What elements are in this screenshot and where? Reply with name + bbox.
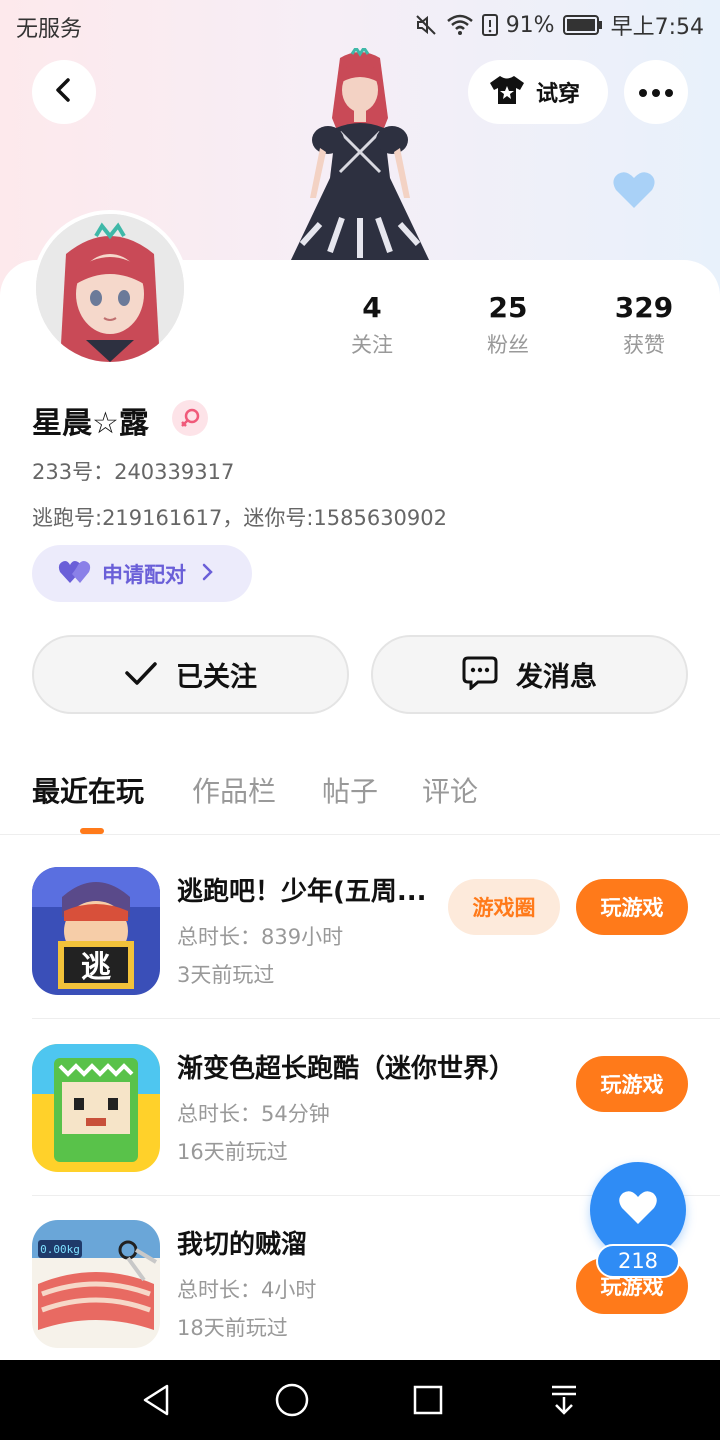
- game-last-played: 18天前玩过: [177, 1316, 288, 1340]
- stat-value: 4: [362, 291, 382, 324]
- try-on-button[interactable]: 试穿: [468, 60, 608, 124]
- wifi-icon: [446, 13, 474, 37]
- mute-icon: [414, 13, 438, 37]
- checkmark-icon: [124, 660, 158, 690]
- game-icon: 逃: [32, 867, 160, 995]
- chevron-left-icon: [51, 77, 77, 107]
- tab-works[interactable]: 作品栏: [192, 770, 276, 810]
- nav-notification-pull-button[interactable]: [544, 1380, 584, 1420]
- game-icon: 0.00kg: [32, 1220, 160, 1348]
- send-message-button[interactable]: 发消息: [371, 635, 688, 714]
- game-circle-button[interactable]: 游戏圈: [448, 879, 560, 935]
- game-duration: 总时长：839小时: [177, 925, 344, 949]
- sim-alert-icon: [481, 13, 498, 37]
- tab-comments[interactable]: 评论: [422, 770, 478, 810]
- clock: 早上7:54: [610, 15, 704, 40]
- carrier-text: 无服务: [16, 17, 83, 42]
- svg-text:逃: 逃: [81, 950, 111, 985]
- more-dots-icon: [638, 83, 674, 102]
- chevron-right-icon: [202, 563, 214, 585]
- send-message-label: 发消息: [516, 662, 597, 693]
- followed-label: 已关注: [176, 662, 257, 693]
- female-gender-icon: [172, 400, 208, 436]
- game-last-played: 3天前玩过: [177, 963, 275, 987]
- game-duration: 总时长：54分钟: [177, 1102, 330, 1126]
- battery-icon: [562, 14, 603, 36]
- system-nav-bar: [0, 1360, 720, 1440]
- avatar-figure-illustration: [280, 45, 440, 262]
- nickname: 星晨☆露: [32, 406, 149, 441]
- game-title: 渐变色超长跑酷（迷你世界）: [177, 1054, 516, 1084]
- double-heart-icon: [58, 559, 92, 589]
- stat-following[interactable]: 4 关注: [312, 290, 432, 360]
- apply-pairing-button[interactable]: 申请配对: [32, 545, 252, 602]
- apply-pairing-label: 申请配对: [102, 562, 186, 587]
- other-game-ids: 逃跑号:219161617，迷你号:1585630902: [32, 506, 448, 530]
- battery-percent: 91%: [505, 12, 555, 38]
- nav-back-button[interactable]: [136, 1380, 176, 1420]
- list-item[interactable]: 逃 逃跑吧！少年(五周... 总时长：839小时 3天前玩过 游戏圈 玩游戏: [0, 843, 720, 1019]
- play-game-button[interactable]: 玩游戏: [576, 1056, 688, 1112]
- heart-icon: [618, 1190, 658, 1230]
- stat-label: 粉丝: [487, 333, 529, 357]
- id-233: 233号：240339317: [32, 460, 235, 484]
- stat-followers[interactable]: 25 粉丝: [448, 290, 568, 360]
- stat-likes[interactable]: 329 获赞: [584, 290, 704, 360]
- tab-recently-played[interactable]: 最近在玩: [32, 770, 144, 810]
- back-button[interactable]: [32, 60, 96, 124]
- heart-icon: [612, 170, 656, 214]
- chat-bubble-icon: [462, 656, 498, 694]
- stat-value: 329: [614, 291, 674, 324]
- more-options-button[interactable]: [624, 60, 688, 124]
- status-bar: 无服务 91% 早上7:54: [0, 0, 720, 50]
- game-icon: [32, 1044, 160, 1172]
- row-divider: [32, 1018, 720, 1019]
- stat-value: 25: [488, 291, 528, 324]
- shirt-icon: [488, 74, 526, 110]
- scale-readout: 0.00kg: [40, 1243, 80, 1256]
- stat-label: 关注: [351, 333, 393, 357]
- tab-posts[interactable]: 帖子: [322, 770, 378, 810]
- try-on-label: 试穿: [536, 82, 581, 107]
- tabs-divider: [0, 834, 720, 835]
- play-game-button[interactable]: 玩游戏: [576, 879, 688, 935]
- followed-button[interactable]: 已关注: [32, 635, 349, 714]
- like-count-badge: 218: [596, 1244, 680, 1278]
- nav-home-button[interactable]: [272, 1380, 312, 1420]
- nav-recents-button[interactable]: [408, 1380, 448, 1420]
- stat-label: 获赞: [623, 333, 665, 357]
- game-title: 逃跑吧！少年(五周...: [177, 877, 427, 907]
- game-duration: 总时长：4小时: [177, 1278, 317, 1302]
- game-last-played: 16天前玩过: [177, 1140, 288, 1164]
- game-title: 我切的贼溜: [177, 1230, 308, 1260]
- avatar[interactable]: [32, 210, 188, 366]
